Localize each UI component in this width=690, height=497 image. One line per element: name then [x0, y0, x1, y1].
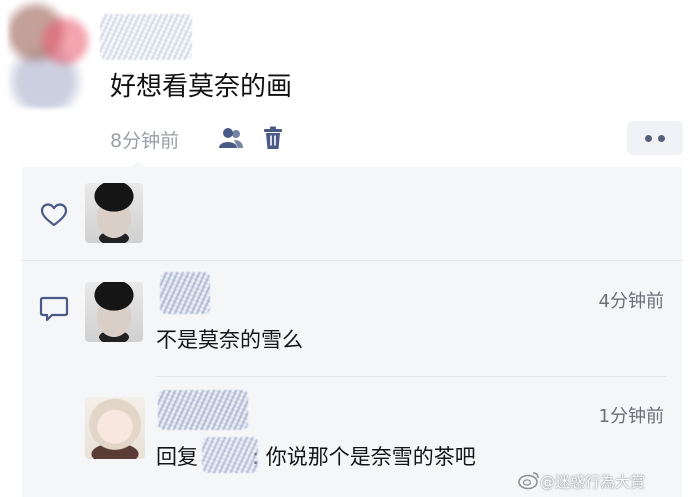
- comment-text: 不是莫奈的雪么: [156, 328, 303, 352]
- people-icon[interactable]: [218, 126, 244, 150]
- comment-timestamp: 4分钟前: [598, 291, 664, 312]
- more-dots-icon: [658, 134, 665, 142]
- weibo-logo-icon: [518, 472, 539, 490]
- reply-timestamp: 1分钟前: [598, 406, 664, 427]
- post-text: 好想看莫奈的画: [110, 72, 293, 102]
- heart-outline-icon: [40, 203, 68, 227]
- comment-icon: [39, 296, 69, 322]
- replier-avatar[interactable]: [85, 397, 145, 459]
- post-timestamp: 8分钟前: [110, 130, 180, 152]
- redacted-name-scribble: [202, 437, 258, 473]
- reply-prefix: 回复: [156, 445, 198, 469]
- more-dots-icon: [645, 134, 652, 142]
- redacted-name-scribble: [100, 14, 192, 60]
- panel-divider: [22, 260, 682, 261]
- trash-icon[interactable]: [262, 126, 284, 150]
- commenter-avatar[interactable]: [85, 282, 143, 342]
- redacted-name-scribble: [160, 272, 210, 314]
- comment-divider: [156, 376, 666, 377]
- watermark-text: @迷惑行為大賞: [540, 473, 646, 491]
- redacted-name-scribble: [158, 390, 248, 430]
- more-options-button[interactable]: [627, 121, 683, 155]
- liker-avatar[interactable]: [85, 183, 143, 243]
- reply-body: : 你说那个是奈雪的茶吧: [252, 445, 476, 469]
- post-author-avatar[interactable]: [8, 0, 100, 108]
